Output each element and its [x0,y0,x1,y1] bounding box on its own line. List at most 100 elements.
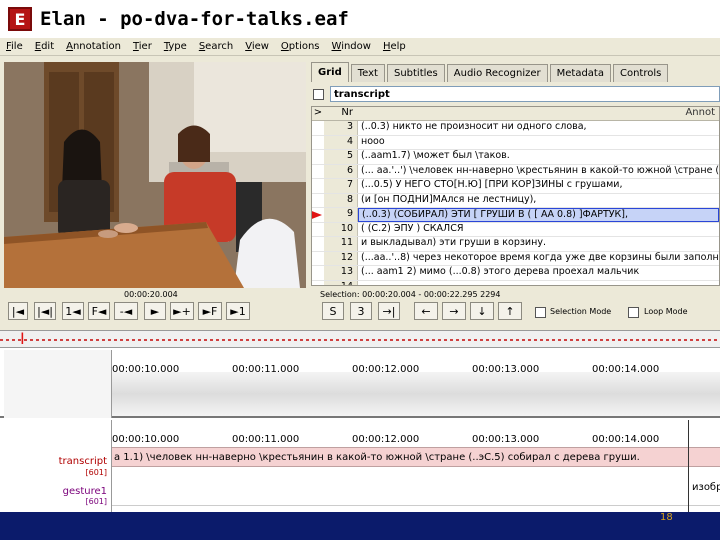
row-number: 10 [324,222,358,236]
table-row[interactable]: 4 нооо [312,135,719,150]
ruler-tick-label: 00:00:11.000 [232,434,300,445]
tier-checkbox[interactable] [313,88,324,100]
table-row[interactable]: 7 (...0.5) У НЕГО СТО[Н.Ю] [ПРИ КОР]ЗИНЫ … [312,179,719,194]
loop-mode-label: Loop Mode [644,307,688,316]
step-forward-frame-button[interactable]: ►F [198,302,222,320]
menu-view[interactable]: View [245,41,269,52]
menu-search[interactable]: Search [199,41,233,52]
row-annotation: (... ааm1 2) мимо (...0.8) этого дерева … [361,266,640,277]
arrow-down-button[interactable]: ↓ [470,302,494,320]
play-button[interactable]: ► [144,302,166,320]
table-row[interactable]: 6 (... аа.'..') \человек нн-наверно \крес… [312,164,719,179]
arrow-left-button[interactable]: ← [414,302,438,320]
tab-audio-recognizer[interactable]: Audio Recognizer [446,64,548,82]
timeline-overview-strip[interactable] [0,330,720,348]
row-number: 8 [324,193,358,207]
grid-header: > Nr Annot [312,107,719,121]
tab-grid[interactable]: Grid [311,62,349,82]
row-annotation: (...аа..'..8) через некоторое время когд… [361,251,719,263]
crosshair-line [688,420,689,512]
ruler-tick-label: 00:00:13.000 [472,434,540,445]
menu-window[interactable]: Window [332,41,371,52]
menu-edit[interactable]: Edit [35,41,54,52]
grid-header-nr[interactable]: Nr [324,107,356,120]
tab-subtitles[interactable]: Subtitles [386,64,445,82]
window-title: Elan - po-dva-for-talks.eaf [40,8,349,30]
slide-number: 18 [660,512,673,523]
table-row[interactable]: 5 (..ааm1.7) \может был \таков. [312,150,719,165]
table-row[interactable]: 11 и выкладывал) эти груши в корзину. [312,237,719,252]
menu-type[interactable]: Type [164,41,187,52]
grid-header-marker: > [313,107,323,118]
table-row[interactable]: 3 (..0.3) никто не произносит ни одного с… [312,121,719,136]
gesture-tier-lane[interactable]: изобр [112,476,720,506]
row-number: 12 [324,251,358,265]
row-annotation: (... аа.'..') \человек нн-наверно \крест… [361,164,719,176]
backward-button[interactable]: -◄ [114,302,138,320]
waveform-viewer[interactable]: 00:00:10.000 00:00:11.000 00:00:12.000 0… [0,350,720,418]
row-number: 14 [324,280,358,285]
table-row[interactable]: 10( (С.2) ЭПУ ) СКАЛСЯ [312,222,719,237]
row-number: 3 [324,121,358,135]
video-frame-image [4,62,306,288]
menu-tier[interactable]: Tier [133,41,152,52]
timeline-viewer[interactable]: transcript [601] gesture1 [601] 00:00:10… [0,420,720,512]
tier-count-gesture1: [601] [85,497,107,506]
waveform-label-column [4,350,112,418]
row-number: 11 [324,237,358,251]
tier-label-column: transcript [601] gesture1 [601] [4,420,112,512]
table-row[interactable]: 8 (и [он ПОДНИ]МАлся не лестницу), [312,193,719,208]
arrow-up-button[interactable]: ↑ [498,302,522,320]
tier-name-gesture1[interactable]: gesture1 [63,486,107,497]
table-row[interactable]: 13 (... ааm1 2) мимо (...0.8) этого дерев… [312,266,719,281]
row-annotation: ( (С.2) ЭПУ ) СКАЛСЯ [361,222,464,234]
ruler-tick-label: 00:00:12.000 [352,434,420,445]
transcript-tier-annotation[interactable]: а 1.1) \человек нн-наверно \крестьянин в… [112,447,720,467]
video-player[interactable] [4,62,306,288]
selection-begin-button[interactable]: S [322,302,344,320]
row-annotation [358,281,719,286]
table-row[interactable]: 14 [312,280,719,286]
row-annotation: нооо [361,135,385,147]
media-time-readout: 00:00:20.004 [124,290,178,299]
arrow-right-button[interactable]: → [442,302,466,320]
row-number: 7 [324,179,358,193]
selection-mode-checkbox[interactable] [535,307,546,318]
tier-dropdown[interactable]: transcript [330,86,720,102]
play-selection-button[interactable]: 3 [350,302,372,320]
selection-mode-label: Selection Mode [550,307,612,316]
table-row[interactable]: 12 (...аа..'..8) через некоторое время ко… [312,251,719,266]
row-annotation: (...0.5) У НЕГО СТО[Н.Ю] [ПРИ КОР]ЗИНЫ с… [361,179,623,190]
row-number: 13 [324,266,358,280]
step-forward-1-button[interactable]: ►1 [226,302,250,320]
crosshair-cursor-icon: I [20,329,25,348]
row-annotation: (..0.3) (СОБИРАЛ) ЭТИ [ ГРУШИ В ( [ АА 0… [358,208,719,222]
selection-end-button[interactable]: →| [378,302,400,320]
loop-mode-checkbox[interactable] [628,307,639,318]
menu-bar: File Edit Annotation Tier Type Search Vi… [0,38,720,56]
annotation-grid: > Nr Annot 3 (..0.3) никто не произносит … [311,106,720,286]
go-to-begin-button[interactable]: |◄ [8,302,28,320]
previous-frame-button[interactable]: |◄| [34,302,56,320]
ruler-tick-label: 00:00:10.000 [112,434,180,445]
step-back-1-button[interactable]: 1◄ [62,302,84,320]
gesture-tier-annotation[interactable]: изобр [692,482,720,493]
forward-button[interactable]: ►+ [170,302,194,320]
media-controls-bar: 00:00:20.004 Selection: 00:00:20.004 - 0… [0,288,720,330]
grid-header-annotation[interactable]: Annot [356,107,719,120]
tab-controls[interactable]: Controls [612,64,669,82]
table-row-selected[interactable]: 9 (..0.3) (СОБИРАЛ) ЭТИ [ ГРУШИ В ( [ АА … [312,208,719,223]
menu-annotation[interactable]: Annotation [66,41,121,52]
row-number: 6 [324,164,358,178]
tab-metadata[interactable]: Metadata [549,64,611,82]
menu-options[interactable]: Options [281,41,320,52]
tier-name-transcript[interactable]: transcript [59,456,107,467]
title-bar: E Elan - po-dva-for-talks.eaf [0,0,720,38]
tab-text[interactable]: Text [350,64,385,82]
menu-help[interactable]: Help [383,41,406,52]
row-annotation: (и [он ПОДНИ]МАлся не лестницу), [361,193,537,205]
menu-file[interactable]: File [6,41,23,52]
row-annotation: (..ааm1.7) \может был \таков. [361,150,510,161]
elan-app-icon: E [8,7,32,31]
step-back-frame-button[interactable]: F◄ [88,302,110,320]
